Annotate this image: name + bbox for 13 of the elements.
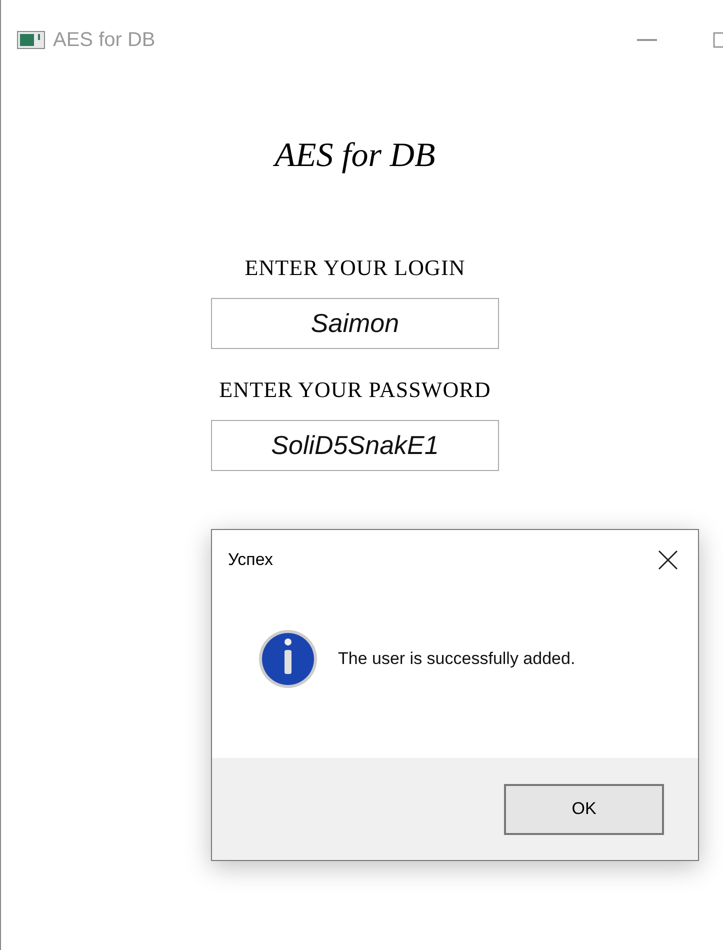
- input-field[interactable]: Saimon: [211, 298, 499, 349]
- app-icon: [17, 31, 45, 49]
- input-field[interactable]: SoliD5SnakE1: [211, 420, 499, 471]
- dialog-title: Успех: [228, 549, 273, 572]
- window-title: AES for DB: [53, 28, 156, 53]
- dialog-message: The user is successfully added.: [338, 648, 576, 670]
- close-icon[interactable]: [658, 550, 678, 570]
- app-heading: AES for DB: [274, 136, 436, 176]
- info-icon: [258, 629, 318, 689]
- field-label: ENTER YOUR LOGIN: [244, 254, 466, 282]
- field-label: ENTER YOUR PASSWORD: [219, 376, 491, 404]
- ok-button[interactable]: OK: [504, 784, 664, 834]
- maximize-icon[interactable]: [713, 32, 723, 48]
